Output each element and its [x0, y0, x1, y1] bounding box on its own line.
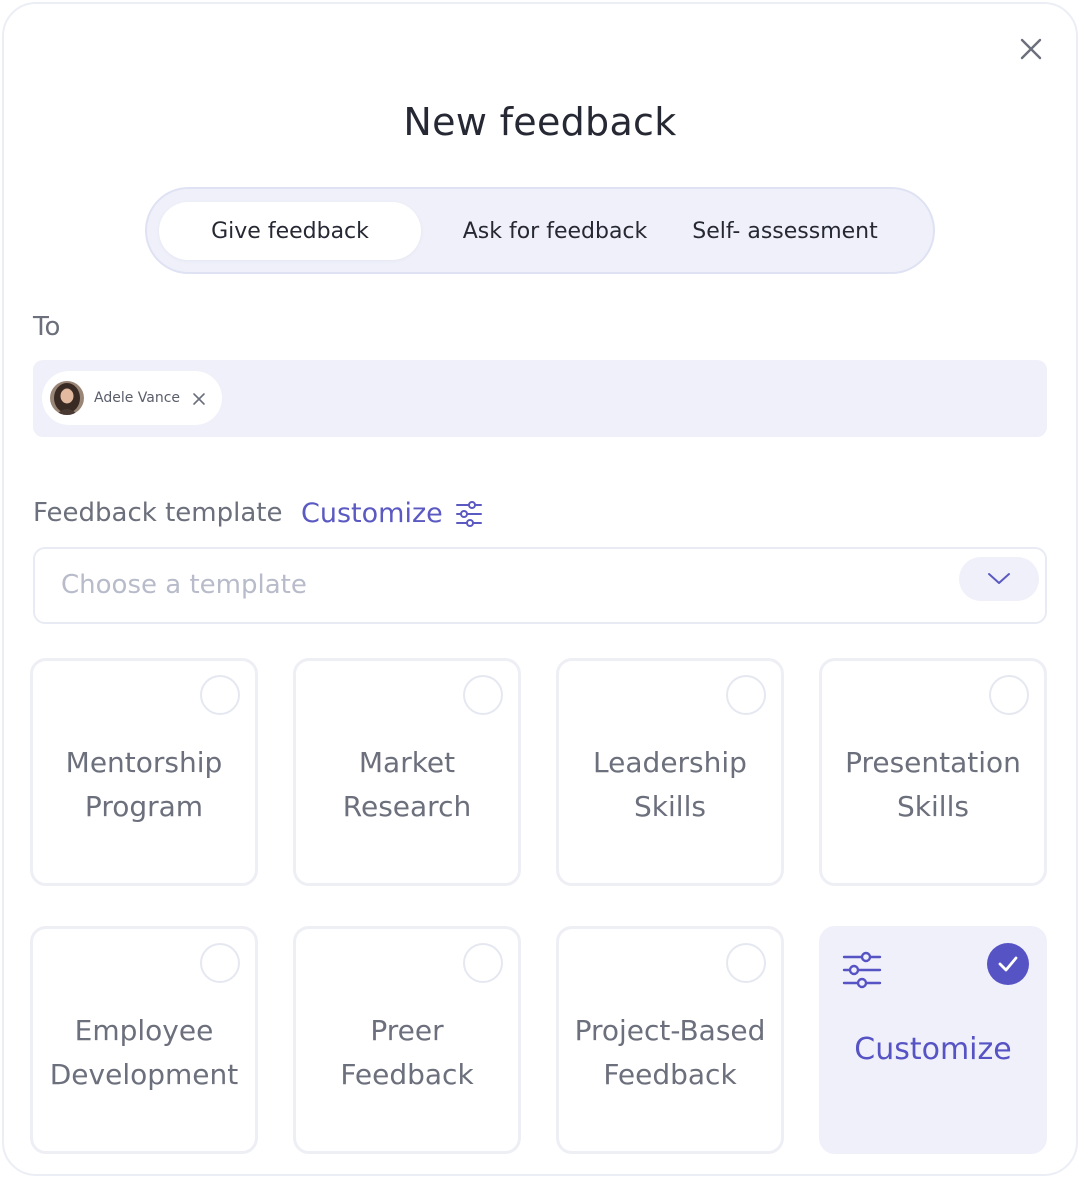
chevron-down-icon [988, 573, 1010, 584]
template-card-label: Leadership Skills [593, 746, 747, 823]
template-card-label: Market Research [342, 746, 472, 823]
template-card-label: Customize [854, 1032, 1012, 1067]
to-label: To [33, 312, 61, 342]
template-card-project-based-feedback[interactable]: Project-Based Feedback [556, 926, 784, 1154]
customize-link-label: Customize [301, 498, 443, 529]
template-card-label: Project-Based Feedback [574, 1014, 766, 1091]
close-icon [1020, 38, 1042, 60]
avatar [50, 381, 84, 415]
tab-give-feedback[interactable]: Give feedback [159, 202, 421, 260]
recipient-field[interactable]: Adele Vance [33, 360, 1047, 437]
template-select[interactable]: Choose a template [33, 547, 1047, 624]
template-card-presentation-skills[interactable]: Presentation Skills [819, 658, 1047, 886]
template-select-toggle[interactable] [959, 557, 1039, 601]
feedback-template-label: Feedback template [33, 498, 283, 528]
close-button[interactable] [1016, 34, 1046, 64]
template-card-preer-feedback[interactable]: Preer Feedback [293, 926, 521, 1154]
recipient-chip: Adele Vance [42, 371, 222, 425]
remove-recipient-button[interactable] [192, 391, 206, 405]
recipient-name: Adele Vance [94, 390, 181, 406]
template-card-employee-development[interactable]: Employee Development [30, 926, 258, 1154]
template-card-label: Preer Feedback [340, 1014, 474, 1091]
tab-ask-for-feedback[interactable]: Ask for feedback [443, 202, 667, 260]
template-card-label: Mentorship Program [65, 746, 223, 823]
template-card-label: Presentation Skills [845, 746, 1021, 823]
template-card-leadership-skills[interactable]: Leadership Skills [556, 658, 784, 886]
template-card-customize[interactable]: Customize [819, 926, 1047, 1154]
close-icon [193, 393, 205, 405]
template-select-placeholder: Choose a template [61, 570, 307, 600]
feedback-type-tabs: Give feedback Ask for feedback Self- ass… [145, 187, 935, 274]
template-card-market-research[interactable]: Market Research [293, 658, 521, 886]
customize-template-link[interactable]: Customize [301, 498, 483, 529]
sliders-icon [455, 500, 482, 527]
template-card-label: Employee Development [49, 1014, 239, 1091]
dialog-title: New feedback [403, 100, 677, 144]
tab-self-assessment[interactable]: Self- assessment [675, 202, 895, 260]
template-card-mentorship-program[interactable]: Mentorship Program [30, 658, 258, 886]
